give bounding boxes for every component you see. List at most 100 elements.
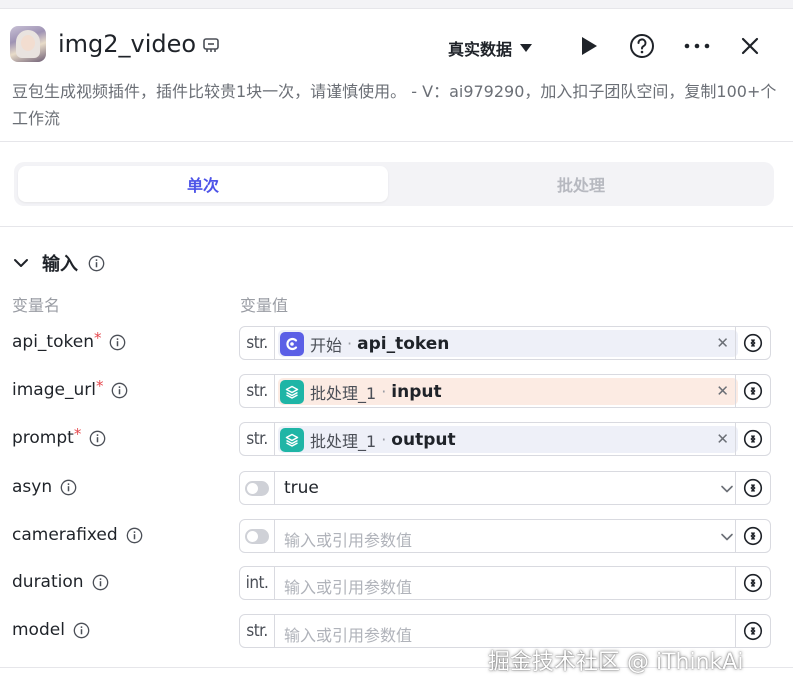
chevron-down-icon[interactable] [720,530,734,544]
help-button[interactable] [628,32,656,60]
watermark: 掘金技术社区 @ iThinkAi [488,650,744,675]
select-placeholder: 输入或引用参数值 [284,531,413,550]
reference-picker-button[interactable] [735,520,770,552]
select-value: true [284,478,319,498]
top-edge [0,0,793,9]
param-value-field[interactable]: str. 输入或引用参数值 [239,614,771,648]
clear-icon[interactable]: ✕ [716,382,729,400]
batch-node-icon [280,379,304,404]
info-icon[interactable] [60,479,77,496]
variable-ref-icon [743,478,763,498]
chevron-down-icon[interactable] [720,482,734,496]
panel-header: img2_video 真实数据 [0,18,793,74]
reference-picker-button[interactable] [735,567,770,599]
input-placeholder: 输入或引用参数值 [284,578,413,597]
divider [0,226,793,227]
param-name: camerafixed [12,525,143,545]
info-icon[interactable] [88,255,105,272]
required-mark: * [73,425,82,443]
type-label: str. [240,423,275,455]
info-icon[interactable] [111,382,128,399]
close-icon [741,37,759,55]
param-name: image_url * [12,377,128,400]
batch-node-icon [280,427,304,452]
input-section-header[interactable]: 输入 [12,248,105,278]
run-button[interactable] [575,32,603,60]
column-header-value: 变量值 [240,296,289,315]
page-title: img2_video [58,30,197,58]
data-mode-select[interactable]: 真实数据 [448,36,533,60]
boolean-toggle-icon [245,529,269,544]
ref-variable: output [391,429,456,450]
param-name: duration [12,572,109,592]
param-name: prompt * [12,425,106,448]
param-row-prompt: prompt * str. 批处理_1 · output ✕ [0,422,793,458]
ref-source: 批处理_1 [310,383,377,403]
reference-chip[interactable]: 开始 · api_token ✕ [278,330,738,357]
play-icon [582,37,597,55]
variable-ref-icon [743,621,763,641]
type-label [240,520,275,552]
reference-picker-button[interactable] [735,375,770,407]
param-row-duration: duration int. 输入或引用参数值 [0,566,793,602]
plugin-badge-icon [203,38,219,52]
reference-picker-button[interactable] [735,423,770,455]
variable-ref-icon [743,429,763,449]
column-header-name: 变量名 [12,296,61,315]
param-row-camerafixed: camerafixed 输入或引用参数值 [0,519,793,555]
variable-ref-icon [743,381,763,401]
param-value-field[interactable]: str. 批处理_1 · input ✕ [239,374,771,408]
more-button[interactable] [683,32,711,60]
info-icon[interactable] [92,574,109,591]
type-label [240,472,275,504]
param-value-field[interactable]: int. 输入或引用参数值 [239,566,771,600]
param-value-field[interactable]: str. 开始 · api_token ✕ [239,326,771,360]
param-value-field[interactable]: 输入或引用参数值 [239,519,771,553]
param-row-asyn: asyn true [0,471,793,507]
tab-single[interactable]: 单次 [18,166,388,202]
clear-icon[interactable]: ✕ [716,334,729,352]
close-button[interactable] [736,32,764,60]
param-row-api-token: api_token * str. 开始 · api_token ✕ [0,326,793,362]
chevron-down-icon[interactable] [12,254,30,272]
more-icon [684,43,710,49]
start-node-icon [280,331,304,356]
ref-source: 开始 [310,335,343,355]
param-name: api_token * [12,329,126,352]
ref-variable: input [391,381,442,402]
section-title: 输入 [42,254,78,275]
boolean-toggle-icon [245,481,269,496]
type-label: str. [240,375,275,407]
param-row-image-url: image_url * str. 批处理_1 · input ✕ [0,374,793,410]
variable-ref-icon [743,333,763,353]
param-value-field[interactable]: true [239,471,771,505]
param-name: model [12,620,90,640]
ref-source: 批处理_1 [310,431,377,451]
reference-picker-button[interactable] [735,615,770,647]
reference-picker-button[interactable] [735,327,770,359]
data-mode-label: 真实数据 [448,40,513,59]
plugin-description: 豆包生成视频插件，插件比较贵1块一次，请谨慎使用。 - V：ai979290，加… [12,82,777,128]
info-icon[interactable] [73,622,90,639]
clear-icon[interactable]: ✕ [716,430,729,448]
help-icon [630,34,654,58]
reference-chip[interactable]: 批处理_1 · input ✕ [278,378,738,405]
param-value-field[interactable]: str. 批处理_1 · output ✕ [239,422,771,456]
tab-batch[interactable]: 批处理 [392,166,770,202]
variable-ref-icon [743,526,763,546]
info-icon[interactable] [109,334,126,351]
type-label: str. [240,615,275,647]
ref-variable: api_token [357,333,450,354]
required-mark: * [93,329,102,347]
type-label: str. [240,327,275,359]
run-mode-tabs: 单次 批处理 [14,162,774,206]
input-placeholder: 输入或引用参数值 [284,626,413,645]
info-icon[interactable] [89,430,106,447]
variable-ref-icon [743,573,763,593]
info-icon[interactable] [126,527,143,544]
reference-picker-button[interactable] [735,472,770,504]
divider [0,141,793,142]
reference-chip[interactable]: 批处理_1 · output ✕ [278,426,738,453]
param-name: asyn [12,477,77,497]
plugin-avatar [10,26,46,62]
